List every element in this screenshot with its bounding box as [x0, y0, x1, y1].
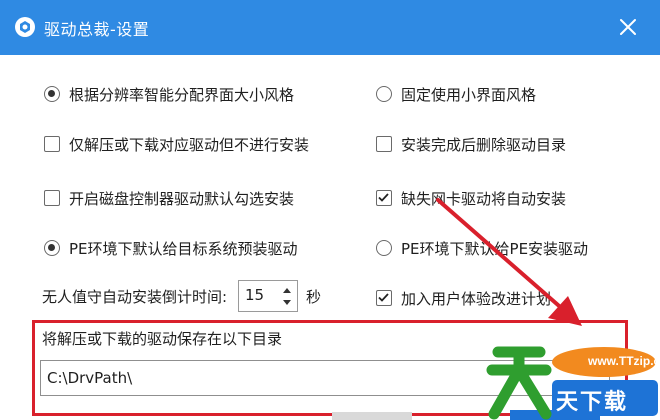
- radio-pe-preinstall-target[interactable]: [44, 240, 60, 256]
- checkbox-delete-after-install[interactable]: [376, 136, 392, 152]
- option-resolution-style[interactable]: 根据分辨率智能分配界面大小风格: [44, 82, 294, 106]
- bottom-button-edge[interactable]: [332, 412, 412, 420]
- close-icon[interactable]: [615, 14, 641, 40]
- countdown-label: 无人值守自动安装倒计时间:: [42, 288, 228, 306]
- option-auto-install-nic[interactable]: 缺失网卡驱动将自动安装: [376, 186, 566, 210]
- app-logo-icon: [15, 17, 35, 37]
- title-bar: 驱动总裁-设置: [0, 0, 660, 55]
- watermark-text: 天下载: [556, 390, 629, 415]
- option-fixed-small-style[interactable]: 固定使用小界面风格: [376, 82, 536, 106]
- option-pe-preinstall-target[interactable]: PE环境下默认给目标系统预装驱动: [44, 236, 298, 260]
- option-label: 仅解压或下载对应驱动但不进行安装: [69, 135, 310, 154]
- option-disk-controller-default[interactable]: 开启磁盘控制器驱动默认勾选安装: [44, 186, 294, 210]
- checkbox-extract-only[interactable]: [44, 136, 60, 152]
- checkbox-user-experience[interactable]: [376, 290, 392, 306]
- countdown-stepper[interactable]: 15: [238, 280, 298, 312]
- option-label: 安装完成后删除驱动目录: [401, 135, 567, 154]
- radio-pe-install-to-pe[interactable]: [376, 240, 392, 256]
- radio-fixed-small-style[interactable]: [376, 86, 392, 102]
- spin-down-icon[interactable]: [279, 296, 295, 310]
- option-label: PE环境下默认给PE安装驱动: [401, 239, 589, 258]
- directory-label: 将解压或下载的驱动保存在以下目录: [42, 330, 283, 348]
- directory-input[interactable]: [40, 360, 610, 396]
- option-delete-after-install[interactable]: 安装完成后删除驱动目录: [376, 132, 566, 156]
- option-extract-only[interactable]: 仅解压或下载对应驱动但不进行安装: [44, 132, 309, 156]
- option-label: PE环境下默认给目标系统预装驱动: [69, 239, 298, 258]
- spin-up-icon[interactable]: [279, 283, 295, 297]
- option-user-experience[interactable]: 加入用户体验改进计划: [376, 286, 551, 310]
- option-label: 开启磁盘控制器驱动默认勾选安装: [69, 189, 295, 208]
- radio-resolution-style[interactable]: [44, 86, 60, 102]
- option-label: 固定使用小界面风格: [401, 85, 537, 104]
- checkmark-icon: [378, 193, 389, 202]
- option-label: 加入用户体验改进计划: [401, 289, 552, 308]
- watermark-url: www.TTzip.com: [588, 354, 660, 368]
- checkmark-icon: [378, 293, 389, 302]
- option-pe-install-to-pe[interactable]: PE环境下默认给PE安装驱动: [376, 236, 588, 260]
- checkbox-disk-controller-default[interactable]: [44, 190, 60, 206]
- checkbox-auto-install-nic[interactable]: [376, 190, 392, 206]
- option-label: 缺失网卡驱动将自动安装: [401, 189, 567, 208]
- option-label: 根据分辨率智能分配界面大小风格: [69, 85, 295, 104]
- window-title: 驱动总裁-设置: [44, 20, 150, 39]
- countdown-unit: 秒: [306, 288, 322, 306]
- countdown-value[interactable]: 15: [245, 286, 264, 304]
